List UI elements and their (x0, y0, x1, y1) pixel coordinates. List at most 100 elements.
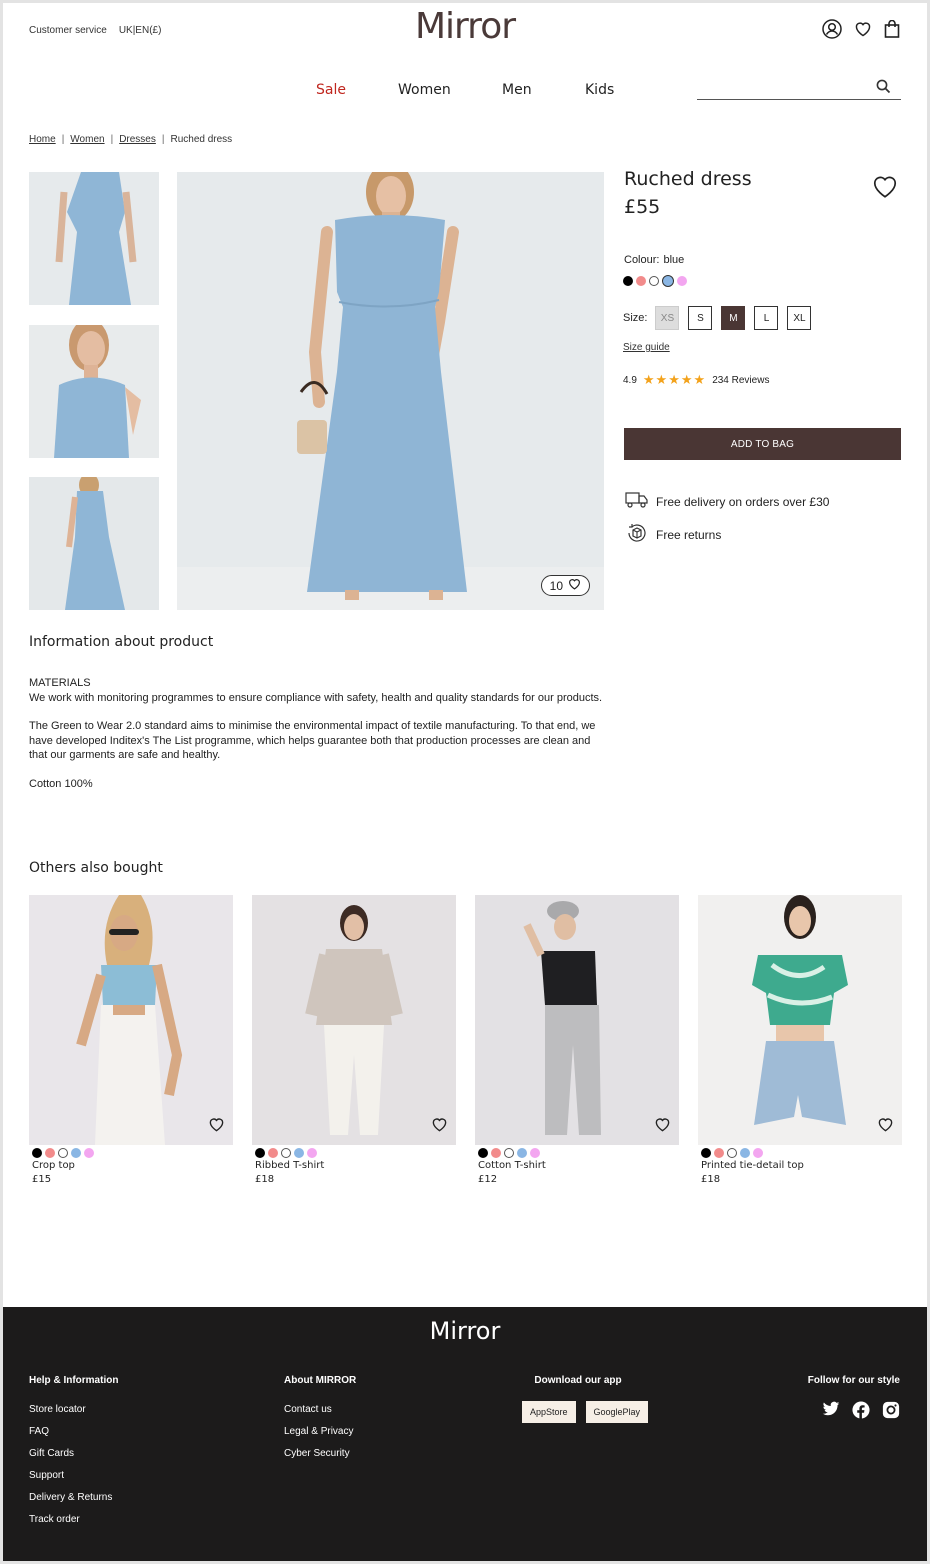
footer-link-legal-privacy[interactable]: Legal & Privacy (284, 1425, 356, 1438)
info-materials-heading: MATERIALS (29, 677, 91, 689)
card-product-name: Crop top (32, 1160, 75, 1171)
product-thumbnail-2[interactable] (29, 325, 159, 458)
footer-about-column: About MIRROR Contact us Legal & Privacy … (284, 1375, 356, 1469)
product-thumbnail-3[interactable] (29, 477, 159, 610)
colour-swatch[interactable] (649, 276, 659, 286)
footer-link-faq[interactable]: FAQ (29, 1425, 118, 1438)
rating-stars-icon: ★★★★★ (642, 372, 707, 387)
header-icons (822, 19, 900, 44)
product-card-cotton-tshirt[interactable]: Cotton T-shirt £12 (475, 895, 679, 1185)
breadcrumb-current: Ruched dress (170, 134, 233, 145)
nav-item-women[interactable]: Women (398, 82, 502, 98)
colour-swatch[interactable] (517, 1148, 527, 1158)
breadcrumb-home[interactable]: Home (29, 134, 56, 145)
colour-swatch[interactable] (504, 1148, 514, 1158)
card-wishlist-heart-icon[interactable] (654, 1117, 671, 1137)
card-wishlist-heart-icon[interactable] (208, 1117, 225, 1137)
perk-returns-text: Free returns (656, 527, 722, 542)
product-card-image[interactable] (698, 895, 902, 1145)
likes-counter[interactable]: 10 (540, 575, 590, 596)
colour-swatch[interactable] (84, 1148, 94, 1158)
colour-swatch[interactable] (701, 1148, 711, 1158)
colour-swatch[interactable] (478, 1148, 488, 1158)
colour-swatch[interactable] (714, 1148, 724, 1158)
card-swatches (701, 1148, 902, 1158)
colour-swatch[interactable] (281, 1148, 291, 1158)
googleplay-button[interactable]: GooglePlay (585, 1401, 649, 1423)
size-option-l[interactable]: L (754, 306, 779, 330)
footer-link-track-order[interactable]: Track order (29, 1513, 118, 1526)
card-wishlist-heart-icon[interactable] (431, 1117, 448, 1137)
size-option-m[interactable]: M (721, 306, 746, 330)
add-to-bag-button[interactable]: ADD TO BAG (624, 428, 901, 460)
size-option-s[interactable]: S (688, 306, 713, 330)
nav-item-men[interactable]: Men (502, 82, 585, 98)
twitter-icon[interactable] (822, 1401, 840, 1424)
colour-swatch[interactable] (623, 276, 633, 286)
perk-delivery-text: Free delivery on orders over £30 (656, 494, 830, 509)
appstore-button[interactable]: AppStore (522, 1401, 576, 1423)
product-card-image[interactable] (475, 895, 679, 1145)
footer-link-store-locator[interactable]: Store locator (29, 1403, 118, 1416)
footer-link-cyber-security[interactable]: Cyber Security (284, 1447, 356, 1460)
colour-swatch[interactable] (45, 1148, 55, 1158)
account-icon[interactable] (822, 19, 842, 44)
colour-swatch[interactable] (307, 1148, 317, 1158)
facebook-icon[interactable] (852, 1401, 870, 1424)
breadcrumb-dresses[interactable]: Dresses (119, 134, 156, 145)
product-info-body: MATERIALS We work with monitoring progra… (29, 676, 609, 805)
footer-link-delivery-returns[interactable]: Delivery & Returns (29, 1491, 118, 1504)
product-card-crop-top[interactable]: Crop top £15 (29, 895, 233, 1185)
reviews-link[interactable]: 234 Reviews (712, 375, 769, 386)
info-paragraph: We work with monitoring programmes to en… (29, 691, 603, 704)
footer-logo[interactable]: Mirror (3, 1317, 927, 1345)
colour-swatch[interactable] (71, 1148, 81, 1158)
product-thumbnail-1[interactable] (29, 172, 159, 305)
add-to-wishlist-heart-icon[interactable] (871, 174, 899, 204)
info-composition: Cotton 100% (29, 777, 93, 790)
breadcrumb-separator: | (161, 134, 165, 145)
brand-logo[interactable]: Mirror (0, 6, 930, 47)
product-card-image[interactable] (252, 895, 456, 1145)
colour-swatch[interactable] (32, 1148, 42, 1158)
instagram-icon[interactable] (882, 1401, 900, 1424)
footer-link-contact-us[interactable]: Contact us (284, 1403, 356, 1416)
card-wishlist-heart-icon[interactable] (877, 1117, 894, 1137)
product-card-image[interactable] (29, 895, 233, 1145)
card-product-price: £18 (701, 1174, 721, 1185)
size-option-xl[interactable]: XL (787, 306, 812, 330)
shopping-bag-icon[interactable] (884, 19, 900, 43)
footer-social-column: Follow for our style (808, 1375, 900, 1424)
likes-count: 10 (549, 578, 563, 593)
search-input[interactable] (697, 78, 872, 98)
colour-swatch[interactable] (530, 1148, 540, 1158)
size-guide-link[interactable]: Size guide (623, 342, 670, 353)
search-icon[interactable] (876, 79, 891, 99)
breadcrumb: Home | Women | Dresses | Ruched dress (29, 134, 232, 145)
colour-swatch[interactable] (58, 1148, 68, 1158)
product-card-printed-top[interactable]: Printed tie-detail top £18 (698, 895, 902, 1185)
wishlist-icon[interactable] (854, 21, 872, 42)
colour-swatch[interactable] (740, 1148, 750, 1158)
colour-swatch[interactable] (727, 1148, 737, 1158)
card-product-name: Printed tie-detail top (701, 1160, 804, 1171)
nav-item-sale[interactable]: Sale (316, 82, 398, 98)
size-selector: Size: XS S M L XL (623, 306, 812, 330)
colour-swatch[interactable] (255, 1148, 265, 1158)
colour-swatch[interactable] (636, 276, 646, 286)
nav-item-kids[interactable]: Kids (585, 82, 614, 98)
breadcrumb-women[interactable]: Women (70, 134, 104, 145)
colour-swatch[interactable] (268, 1148, 278, 1158)
colour-swatch[interactable] (677, 276, 687, 286)
colour-swatch[interactable] (662, 275, 674, 287)
perk-free-delivery: Free delivery on orders over £30 (625, 491, 829, 512)
colour-swatch[interactable] (491, 1148, 501, 1158)
colour-swatch[interactable] (753, 1148, 763, 1158)
footer-link-gift-cards[interactable]: Gift Cards (29, 1447, 118, 1460)
rating-value: 4.9 (623, 374, 637, 386)
footer-link-support[interactable]: Support (29, 1469, 118, 1482)
footer-column-title: Follow for our style (807, 1375, 900, 1386)
product-main-image: 10 (177, 172, 604, 610)
product-card-ribbed-tshirt[interactable]: Ribbed T-shirt £18 (252, 895, 456, 1185)
colour-swatch[interactable] (294, 1148, 304, 1158)
